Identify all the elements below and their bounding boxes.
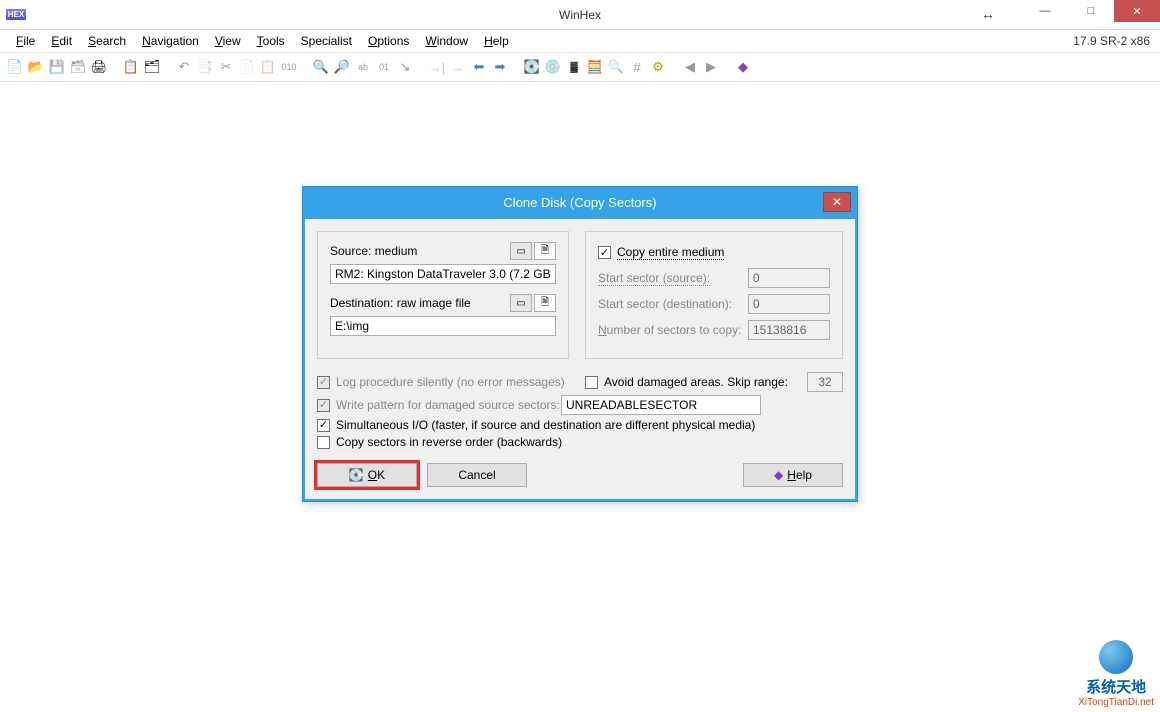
undo-icon[interactable]: ↶ [175,58,193,76]
folder-icon[interactable]: 🗂 [143,58,161,76]
window-title: WinHex [559,8,601,22]
go-icon[interactable]: → [449,58,467,76]
clone-disk-dialog: Clone Disk (Copy Sectors) ✕ Source: medi… [302,186,858,502]
simultaneous-checkbox[interactable] [317,419,330,432]
dest-input[interactable] [330,316,556,336]
start-source-input [748,268,830,288]
source-label: Source: medium [330,244,508,258]
ok-button[interactable]: 💽 OK [317,463,417,487]
replace-hex-icon[interactable]: 01 [375,58,393,76]
start-dest-label: Start sector (destination): [598,297,748,311]
back-icon[interactable]: ⬅ [470,58,488,76]
paste-icon[interactable]: 📋 [259,58,277,76]
find-icon[interactable]: 🔍 [312,58,330,76]
properties-icon[interactable]: 📋 [122,58,140,76]
menu-file[interactable]: File [8,32,43,50]
calc-icon[interactable]: 🧮 [586,58,604,76]
log-silent-label: Log procedure silently (no error message… [336,375,565,389]
menu-view[interactable]: View [207,32,249,50]
menu-navigation[interactable]: Navigation [134,32,207,50]
toolbar: 📄 📂 💾 🗃 🖨 📋 🗂 ↶ 📑 ✂ 📄 📋 010 🔍 🔎 ab 01 ↘ … [0,52,1160,82]
pattern-input[interactable] [561,395,761,415]
dest-file-button[interactable]: 🗎 [534,294,556,312]
watermark-url: XiTongTianDi.net [1078,697,1154,708]
play-back-icon[interactable]: ◀ [681,58,699,76]
cancel-button[interactable]: Cancel [427,463,527,487]
cut-icon[interactable]: ✂ [217,58,235,76]
play-fwd-icon[interactable]: ▶ [702,58,720,76]
watermark-cn: 系统天地 [1078,676,1154,697]
maximize-button[interactable]: □ [1068,0,1114,22]
find-hex-icon[interactable]: 🔎 [333,58,351,76]
menu-tools[interactable]: Tools [249,32,293,50]
avoid-damaged-label: Avoid damaged areas. Skip range: [604,375,788,389]
copy-icon[interactable]: 📄 [238,58,256,76]
new-icon[interactable]: 📄 [6,58,24,76]
simultaneous-label: Simultaneous I/O (faster, if source and … [336,418,755,432]
reverse-label: Copy sectors in reverse order (backwards… [336,435,562,449]
copy-block-icon[interactable]: 📑 [196,58,214,76]
open-icon[interactable]: 📂 [27,58,45,76]
help-icon[interactable]: ◆ [734,58,752,76]
print-icon[interactable]: 🖨 [90,58,108,76]
gear-icon[interactable]: ⚙ [649,58,667,76]
dialog-close-button[interactable]: ✕ [823,192,851,212]
save-all-icon[interactable]: 🗃 [69,58,87,76]
log-silent-checkbox [317,376,330,389]
hex-icon[interactable]: 010 [280,58,298,76]
watermark: 系统天地 XiTongTianDi.net [1078,640,1154,708]
version-label: 17.9 SR-2 x86 [1073,34,1150,48]
skip-range-input [807,372,843,392]
reverse-checkbox[interactable] [317,436,330,449]
write-pattern-label: Write pattern for damaged source sectors… [336,398,560,412]
menu-search[interactable]: Search [80,32,134,50]
app-icon: HEX [2,1,30,29]
dialog-title: Clone Disk (Copy Sectors) [503,195,656,210]
menu-edit[interactable]: Edit [43,32,80,50]
start-source-label: Start sector (source): [598,271,748,285]
dialog-titlebar[interactable]: Clone Disk (Copy Sectors) ✕ [303,187,857,217]
help-button[interactable]: ◆ Help [743,463,843,487]
resize-arrows-icon[interactable]: ↔ [981,6,990,22]
menu-window[interactable]: Window [417,32,476,50]
book-icon: ◆ [774,468,783,482]
menu-help[interactable]: Help [476,32,517,50]
goto-start-icon[interactable]: →| [428,58,446,76]
close-button[interactable]: ✕ [1114,0,1160,22]
sectors-group: Copy entire medium Start sector (source)… [585,231,843,359]
disk-icon: 💽 [349,468,364,482]
ram-icon[interactable]: ▓ [565,58,583,76]
save-icon[interactable]: 💾 [48,58,66,76]
menu-specialist[interactable]: Specialist [293,32,360,50]
source-dest-group: Source: medium ▭ 🗎 Destination: raw imag… [317,231,569,359]
copy-entire-label: Copy entire medium [617,245,724,260]
start-dest-input [748,294,830,314]
menubar: File Edit Search Navigation View Tools S… [0,30,1160,52]
source-input[interactable] [330,264,556,284]
source-disk-button[interactable]: ▭ [510,242,532,260]
copy-entire-checkbox[interactable] [598,246,611,259]
avoid-damaged-checkbox[interactable] [585,376,598,389]
disk2-icon[interactable]: 💿 [544,58,562,76]
goto-icon[interactable]: ↘ [396,58,414,76]
dest-label: Destination: raw image file [330,296,508,310]
analyze-icon[interactable]: 🔍 [607,58,625,76]
num-sectors-input [748,320,830,340]
source-file-button[interactable]: 🗎 [534,242,556,260]
titlebar: HEX WinHex ↔ — □ ✕ [0,0,1160,30]
replace-icon[interactable]: ab [354,58,372,76]
dialog-body: Source: medium ▭ 🗎 Destination: raw imag… [305,219,855,499]
hash-icon[interactable]: # [628,58,646,76]
write-pattern-checkbox [317,399,330,412]
forward-icon[interactable]: ➡ [491,58,509,76]
dest-disk-button[interactable]: ▭ [510,294,532,312]
num-sectors-label: Number of sectors to copy: [598,323,748,337]
disk1-icon[interactable]: 💽 [523,58,541,76]
menu-options[interactable]: Options [360,32,417,50]
minimize-button[interactable]: — [1022,0,1068,22]
globe-icon [1099,640,1133,674]
window-controls: — □ ✕ [1022,0,1160,22]
